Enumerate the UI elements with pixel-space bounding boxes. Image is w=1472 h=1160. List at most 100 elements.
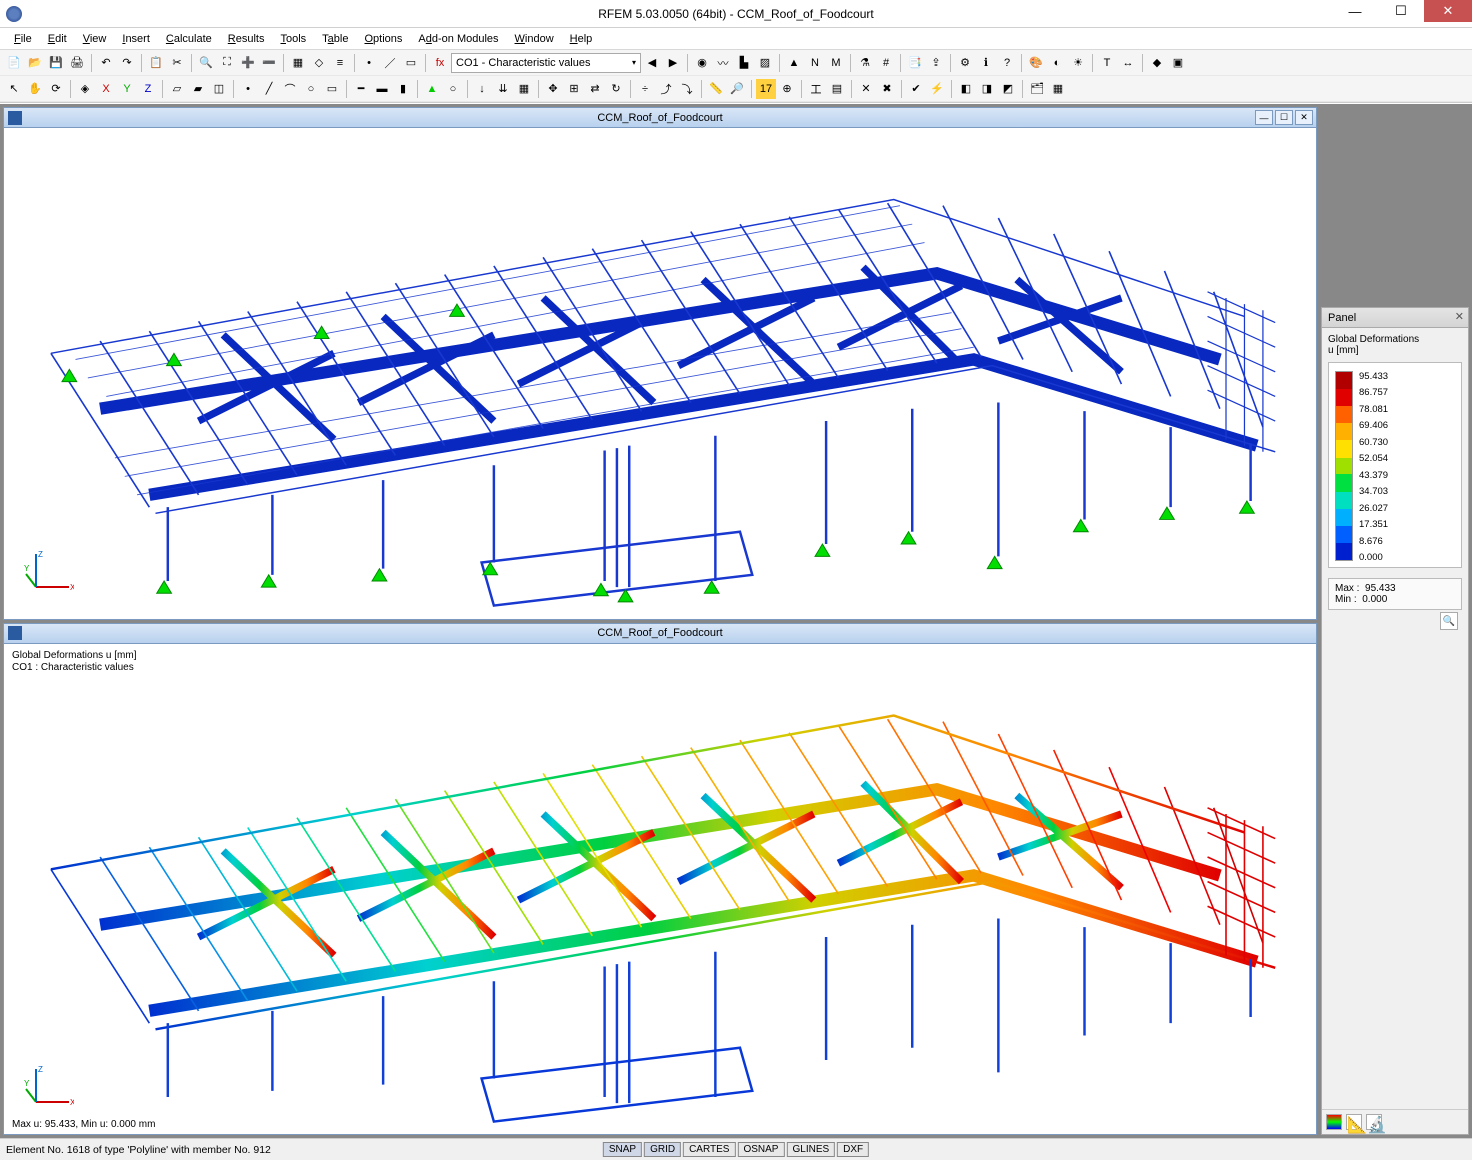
loadcase-combo[interactable]: CO1 - Characteristic values ▾ [451, 53, 641, 73]
load-node-icon[interactable]: ↓ [472, 79, 492, 99]
snap-icon[interactable]: ◇ [309, 53, 329, 73]
view-iso-icon[interactable]: ◈ [75, 79, 95, 99]
rotate-icon[interactable]: ⟳ [46, 79, 66, 99]
panel-header[interactable]: Panel ✕ [1322, 308, 1468, 328]
model-canvas[interactable]: X Y Z [4, 128, 1316, 619]
copy-icon[interactable]: 📋 [146, 53, 166, 73]
node-icon[interactable]: • [359, 53, 379, 73]
cut-icon[interactable]: ✂ [167, 53, 187, 73]
redo-icon[interactable]: ↷ [117, 53, 137, 73]
filter-icon[interactable]: ⚗ [855, 53, 875, 73]
line-draw-icon[interactable]: ╱ [259, 79, 279, 99]
cross1-icon[interactable]: ✕ [856, 79, 876, 99]
open-icon[interactable]: 📂 [25, 53, 45, 73]
menu-calculate[interactable]: Calculate [158, 31, 220, 47]
panel-tab-colorscale[interactable] [1326, 1114, 1342, 1130]
print-icon[interactable]: 🖨 [67, 53, 87, 73]
zoom-fit-icon[interactable]: ⛶ [217, 53, 237, 73]
panel-close-button[interactable]: ✕ [1455, 310, 1464, 323]
color-icon[interactable]: 🎨 [1026, 53, 1046, 73]
trim-icon[interactable]: ⤵ [677, 79, 697, 99]
view-z-icon[interactable]: Z [138, 79, 158, 99]
num-on-icon[interactable]: 17 [756, 79, 776, 99]
surface-icon[interactable]: ▭ [401, 53, 421, 73]
panel-expand-button[interactable]: 🔍 [1440, 612, 1458, 630]
export-icon[interactable]: ⇪ [926, 53, 946, 73]
undo-icon[interactable]: ↶ [96, 53, 116, 73]
toggle-snap[interactable]: SNAP [603, 1142, 642, 1157]
support-add-icon[interactable]: ▲ [422, 79, 442, 99]
module3-icon[interactable]: ◩ [998, 79, 1018, 99]
local-axes-icon[interactable]: ⊕ [777, 79, 797, 99]
save-icon[interactable]: 💾 [46, 53, 66, 73]
wire-icon[interactable]: ▱ [167, 79, 187, 99]
menu-help[interactable]: Help [562, 31, 601, 47]
solid-add-icon[interactable]: ▮ [393, 79, 413, 99]
dim-icon[interactable]: ↔ [1118, 53, 1138, 73]
mat-icon[interactable]: ▤ [827, 79, 847, 99]
view1-close-button[interactable]: ✕ [1295, 110, 1313, 125]
view1-maximize-button[interactable]: ☐ [1275, 110, 1293, 125]
new-icon[interactable]: 📄 [4, 53, 24, 73]
rect-icon[interactable]: ▭ [322, 79, 342, 99]
view-titlebar-1[interactable]: CCM_Roof_of_Foodcourt — ☐ ✕ [4, 108, 1316, 128]
view-y-icon[interactable]: Y [117, 79, 137, 99]
menu-file[interactable]: File [6, 31, 40, 47]
query-icon[interactable]: 🔎 [727, 79, 747, 99]
sec-icon[interactable]: 工 [806, 79, 826, 99]
menu-window[interactable]: Window [507, 31, 562, 47]
copy-obj-icon[interactable]: ⊞ [564, 79, 584, 99]
toggle-glines[interactable]: GLINES [786, 1142, 835, 1157]
misc2-icon[interactable]: ▣ [1168, 53, 1188, 73]
deform-icon[interactable]: 〰 [713, 53, 733, 73]
rotate-obj-icon[interactable]: ↻ [606, 79, 626, 99]
circle-icon[interactable]: ○ [301, 79, 321, 99]
menu-options[interactable]: Options [356, 31, 410, 47]
module2-icon[interactable]: ◨ [977, 79, 997, 99]
internal-forces-icon[interactable]: N [805, 53, 825, 73]
check-icon[interactable]: ✔ [906, 79, 926, 99]
misc1-icon[interactable]: ◆ [1147, 53, 1167, 73]
surf-add-icon[interactable]: ▬ [372, 79, 392, 99]
member-add-icon[interactable]: ━ [351, 79, 371, 99]
close-button[interactable]: ✕ [1424, 0, 1472, 22]
moment-icon[interactable]: M [826, 53, 846, 73]
node-draw-icon[interactable]: • [238, 79, 258, 99]
report-icon[interactable]: 📑 [905, 53, 925, 73]
text-icon[interactable]: T [1097, 53, 1117, 73]
move-icon[interactable]: ✥ [543, 79, 563, 99]
menu-addon[interactable]: Add-on Modules [410, 31, 506, 47]
solid-icon[interactable]: ▰ [188, 79, 208, 99]
view1-minimize-button[interactable]: — [1255, 110, 1273, 125]
measure-icon[interactable]: 📏 [706, 79, 726, 99]
view-titlebar-2[interactable]: CCM_Roof_of_Foodcourt [4, 624, 1316, 644]
maximize-button[interactable]: ☐ [1378, 0, 1424, 22]
menu-table[interactable]: Table [314, 31, 356, 47]
menu-tools[interactable]: Tools [272, 31, 314, 47]
cross2-icon[interactable]: ✖ [877, 79, 897, 99]
properties-icon[interactable]: ⚙ [955, 53, 975, 73]
help-icon[interactable]: ? [997, 53, 1017, 73]
module1-icon[interactable]: ◧ [956, 79, 976, 99]
member-icon[interactable]: ／ [380, 53, 400, 73]
results-canvas[interactable]: Global Deformations u [mm] CO1 : Charact… [4, 644, 1316, 1135]
gen-icon[interactable]: ⚡ [927, 79, 947, 99]
diagram-icon[interactable]: ▙ [734, 53, 754, 73]
load-surf-icon[interactable]: ▦ [514, 79, 534, 99]
select-icon[interactable]: ↖ [4, 79, 24, 99]
contour-icon[interactable]: ▨ [755, 53, 775, 73]
extend-icon[interactable]: ⤴ [656, 79, 676, 99]
support-react-icon[interactable]: ▲ [784, 53, 804, 73]
results-on-icon[interactable]: ◉ [692, 53, 712, 73]
trans-icon[interactable]: ◫ [209, 79, 229, 99]
render-icon[interactable]: ◐ [1047, 53, 1067, 73]
menu-results[interactable]: Results [220, 31, 273, 47]
info-icon[interactable]: ℹ [976, 53, 996, 73]
panel-tab-factors[interactable]: 📐 [1346, 1114, 1362, 1130]
values-icon[interactable]: # [876, 53, 896, 73]
table-icon[interactable]: ▦ [1048, 79, 1068, 99]
layers-icon[interactable]: ≡ [330, 53, 350, 73]
calc-icon[interactable]: fx [430, 53, 450, 73]
toggle-osnap[interactable]: OSNAP [737, 1142, 784, 1157]
mirror-icon[interactable]: ⇄ [585, 79, 605, 99]
